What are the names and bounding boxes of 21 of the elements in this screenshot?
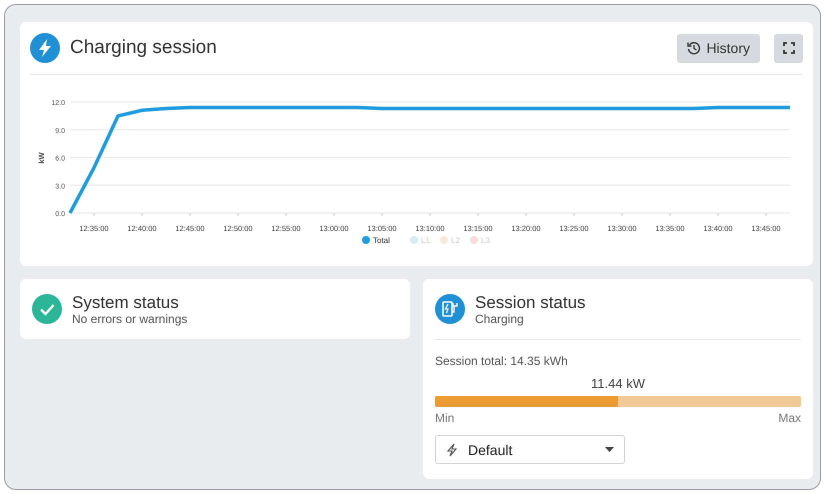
history-icon [687, 41, 702, 55]
min-label: Min [435, 411, 454, 425]
lightning-icon [30, 33, 60, 63]
max-label: Max [778, 411, 801, 425]
status-text: No errors or warnings [72, 312, 188, 326]
history-button[interactable]: History [677, 34, 760, 62]
charger-icon [435, 294, 465, 324]
card-title: Charging session [70, 37, 217, 59]
power-reading: 11.44 kW [590, 376, 646, 391]
legend-label: Total [373, 236, 390, 245]
legend-item[interactable]: Total [362, 236, 390, 245]
card-title: System status [72, 292, 180, 312]
fullscreen-icon [782, 42, 794, 54]
check-icon [32, 294, 62, 324]
caret-icon [605, 447, 614, 452]
mode-select[interactable]: Default [435, 435, 625, 464]
session-total: Session total: 14.35 kWh [435, 354, 569, 368]
fullscreen-button[interactable] [774, 34, 803, 62]
card-title: Session status [475, 292, 586, 312]
lightning-icon [446, 442, 458, 456]
status-text: Charging [475, 312, 525, 326]
